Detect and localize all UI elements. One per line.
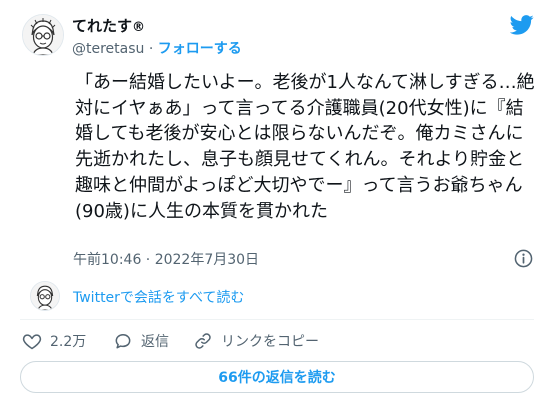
author-badge: ® (132, 20, 146, 35)
avatar-drawing (23, 15, 63, 55)
twitter-bird-icon[interactable] (510, 15, 534, 35)
heart-icon (22, 334, 42, 350)
reply-label: 返信 (141, 334, 169, 350)
copy-link-button[interactable]: リンクをコピー (193, 330, 319, 352)
divider (20, 319, 534, 320)
conversation-avatar (30, 281, 60, 311)
author-handle[interactable]: @teretasu (72, 41, 144, 57)
author-name-text[interactable]: てれたす (72, 17, 132, 35)
read-replies-button[interactable]: 66件の返信を読む (20, 361, 534, 393)
info-icon[interactable] (514, 249, 533, 268)
like-button[interactable]: 2.2万 (22, 330, 86, 352)
copy-link-label: リンクをコピー (221, 334, 319, 350)
like-count: 2.2万 (50, 334, 87, 350)
read-conversation-link[interactable]: Twitterで会話をすべて読む (73, 287, 244, 307)
author-avatar[interactable] (22, 14, 64, 56)
speech-bubble-icon (115, 334, 131, 349)
handle-row: @teretasu · フォローする (72, 38, 242, 58)
avatar-drawing-small (31, 282, 59, 310)
reply-button[interactable]: 返信 (113, 330, 169, 352)
tweet-text: 「あー結婚したいよー。老後が1人なんて淋しすぎる…絶対にイヤぁあ」って言ってる介… (75, 72, 535, 222)
separator-dot: · (148, 41, 154, 57)
author-name[interactable]: てれたす® (72, 15, 145, 36)
follow-button[interactable]: フォローする (158, 41, 242, 57)
tweet-card: てれたす® @teretasu · フォローする 「あー結婚したいよー。老後が1… (0, 0, 554, 407)
tweet-timestamp[interactable]: 午前10:46 · 2022年7月30日 (73, 249, 259, 269)
link-icon (195, 333, 211, 349)
